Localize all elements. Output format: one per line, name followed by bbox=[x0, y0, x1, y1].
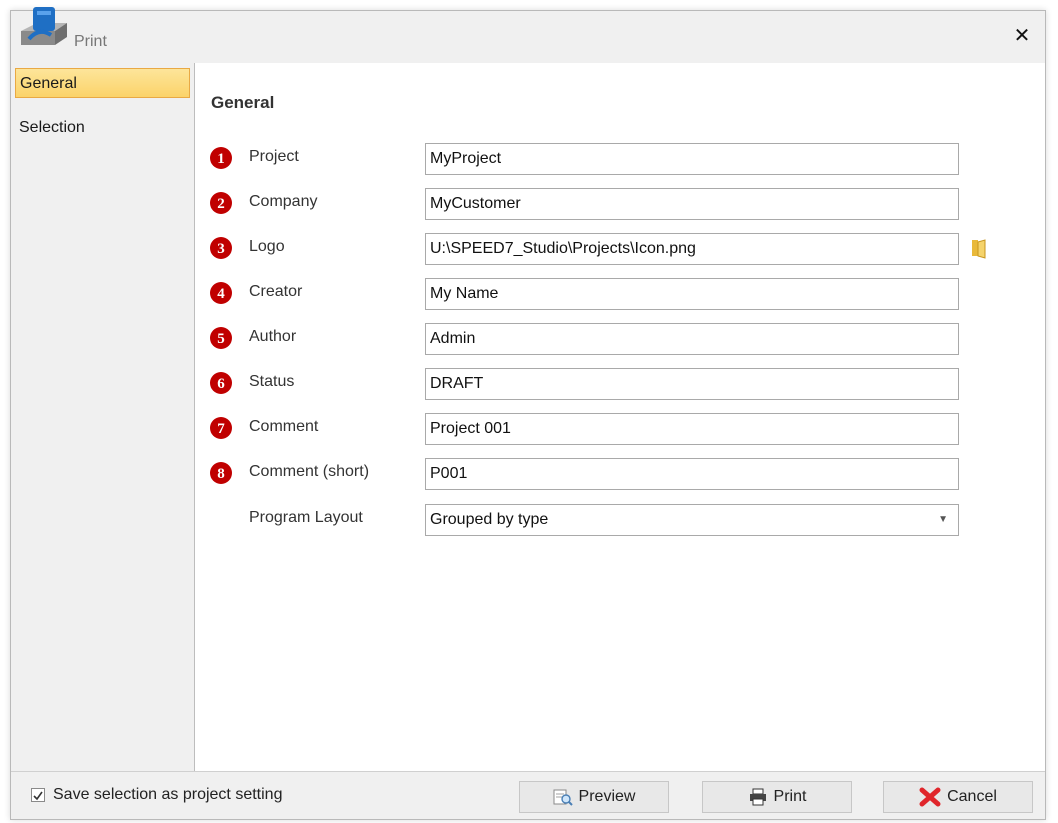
field-label: Creator bbox=[249, 283, 303, 300]
close-icon[interactable]: ✕ bbox=[1007, 23, 1037, 49]
program-layout-value: Grouped by type bbox=[430, 511, 549, 528]
main-content: General 1 Project 2 Company 3 Logo bbox=[195, 63, 1045, 773]
comment-short-input[interactable] bbox=[425, 458, 959, 490]
number-6-icon: 6 bbox=[210, 372, 232, 394]
number-1-icon: 1 bbox=[210, 147, 232, 169]
creator-input[interactable] bbox=[425, 278, 959, 310]
chevron-down-icon: ▼ bbox=[938, 514, 948, 525]
folder-icon[interactable] bbox=[968, 237, 990, 259]
program-layout-select[interactable]: Grouped by type ▼ bbox=[425, 504, 959, 536]
field-label: Status bbox=[249, 373, 295, 390]
field-label: Comment (short) bbox=[249, 463, 370, 480]
preview-icon bbox=[553, 789, 573, 806]
field-label: Comment bbox=[249, 418, 319, 435]
form-row-author: 5 Author bbox=[195, 323, 1035, 355]
form-row-logo: 3 Logo bbox=[195, 233, 1035, 265]
print-dialog: Print ✕ General Selection General 1 Proj… bbox=[10, 7, 1046, 820]
field-label: Logo bbox=[249, 238, 285, 255]
section-title: General bbox=[211, 93, 275, 112]
number-3-icon: 3 bbox=[210, 237, 232, 259]
print-label: Print bbox=[773, 788, 807, 805]
form-row-project: 1 Project bbox=[195, 143, 1035, 175]
number-2-icon: 2 bbox=[210, 192, 232, 214]
save-setting-label: Save selection as project setting bbox=[53, 786, 283, 803]
preview-label: Preview bbox=[578, 788, 636, 805]
svg-text:6: 6 bbox=[217, 376, 225, 392]
svg-text:7: 7 bbox=[217, 421, 225, 437]
sidebar-item-selection[interactable]: Selection bbox=[15, 113, 190, 143]
sidebar: General Selection bbox=[11, 63, 195, 773]
author-input[interactable] bbox=[425, 323, 959, 355]
form-row-comment: 7 Comment bbox=[195, 413, 1035, 445]
svg-text:4: 4 bbox=[217, 286, 225, 302]
form-row-program-layout: Program Layout Grouped by type ▼ bbox=[195, 504, 1035, 536]
field-label: Program Layout bbox=[249, 509, 363, 526]
status-input[interactable] bbox=[425, 368, 959, 400]
comment-input[interactable] bbox=[425, 413, 959, 445]
number-8-icon: 8 bbox=[210, 462, 232, 484]
svg-text:2: 2 bbox=[217, 196, 225, 212]
project-input[interactable] bbox=[425, 143, 959, 175]
number-7-icon: 7 bbox=[210, 417, 232, 439]
form-row-status: 6 Status bbox=[195, 368, 1035, 400]
form-row-comment-short: 8 Comment (short) bbox=[195, 458, 1035, 490]
cancel-button[interactable]: Cancel bbox=[883, 781, 1033, 813]
svg-text:1: 1 bbox=[217, 151, 225, 167]
svg-text:5: 5 bbox=[217, 331, 225, 347]
field-label: Author bbox=[249, 328, 297, 345]
footer-bar: Save selection as project setting Previe… bbox=[11, 771, 1045, 819]
window-title: Print bbox=[74, 33, 107, 50]
app-icon bbox=[21, 7, 67, 45]
number-4-icon: 4 bbox=[210, 282, 232, 304]
company-input[interactable] bbox=[425, 188, 959, 220]
field-label: Project bbox=[249, 148, 299, 165]
sidebar-item-general[interactable]: General bbox=[15, 68, 190, 98]
logo-input[interactable] bbox=[425, 233, 959, 265]
print-button[interactable]: Print bbox=[702, 781, 852, 813]
preview-button[interactable]: Preview bbox=[519, 781, 669, 813]
number-5-icon: 5 bbox=[210, 327, 232, 349]
cancel-label: Cancel bbox=[947, 788, 997, 805]
form-row-creator: 4 Creator bbox=[195, 278, 1035, 310]
cancel-x-icon bbox=[919, 787, 941, 807]
title-bar: Print ✕ bbox=[11, 7, 1045, 63]
field-label: Company bbox=[249, 193, 318, 210]
checkmark-icon bbox=[33, 791, 43, 801]
save-setting-checkbox[interactable] bbox=[31, 788, 45, 802]
printer-icon bbox=[749, 788, 766, 806]
form-row-company: 2 Company bbox=[195, 188, 1035, 220]
svg-text:3: 3 bbox=[217, 241, 225, 257]
svg-text:8: 8 bbox=[217, 466, 225, 482]
